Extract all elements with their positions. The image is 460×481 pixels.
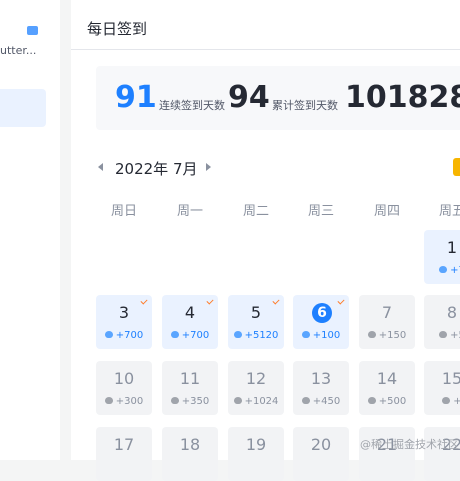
day-number: 8 (446, 303, 458, 322)
points-text: +700 (115, 330, 144, 341)
day-points: +7 (424, 265, 460, 276)
consecutive-days-label: 连续签到天数 (159, 99, 225, 112)
points-text: + (453, 396, 460, 407)
ore-icon (170, 330, 179, 338)
signed-check-icon (337, 297, 345, 305)
calendar-day-cell[interactable]: 19 (228, 427, 284, 481)
weekday-label: 周一 (176, 204, 203, 219)
day-points: +5 (424, 330, 460, 341)
page-title: 每日签到 (87, 20, 148, 38)
sidebar-badge-icon (27, 26, 38, 35)
watermark: @稀土掘金技术社区 (360, 438, 459, 451)
points-text: +5120 (244, 330, 279, 341)
ore-total-value: 101828 (345, 80, 460, 115)
signin-panel: 每日签到 91 连续签到天数 94 累计签到天数 101828 2022年 7月… (71, 0, 460, 481)
month-label: 2022年 7月 (115, 160, 198, 178)
ore-icon (104, 330, 113, 338)
day-number: 20 (310, 435, 332, 454)
ore-icon (233, 396, 242, 404)
day-points: +1024 (228, 396, 284, 407)
day-points: +450 (293, 396, 349, 407)
day-points: +150 (359, 330, 415, 341)
points-text: +500 (378, 396, 407, 407)
ore-icon (439, 265, 448, 273)
calendar-day-cell[interactable]: 12 +1024 (228, 361, 284, 415)
weekday-label: 周二 (242, 204, 269, 219)
day-number: 4 (184, 303, 196, 322)
points-text: +150 (378, 330, 407, 341)
points-text: +5 (450, 330, 460, 341)
points-text: +7 (450, 265, 460, 276)
day-number: 6 (312, 303, 332, 323)
weekday-label: 周三 (307, 204, 334, 219)
day-points: +100 (293, 330, 349, 341)
day-number: 18 (179, 435, 201, 454)
sidebar: utter... (0, 0, 60, 460)
calendar-day-cell[interactable]: 8 +5 (424, 295, 460, 349)
total-days-value: 94 (228, 80, 270, 115)
calendar-day-cell[interactable]: 14 +500 (359, 361, 415, 415)
calendar-day-cell[interactable]: 13 +450 (293, 361, 349, 415)
ore-icon (104, 396, 113, 404)
day-number: 5 (250, 303, 262, 322)
points-text: +450 (312, 396, 341, 407)
consecutive-days-value: 91 (115, 80, 157, 115)
day-points: +300 (96, 396, 152, 407)
points-text: +700 (181, 330, 210, 341)
calendar-day-cell[interactable]: 6 +100 (293, 295, 349, 349)
sidebar-item-text[interactable]: utter... (0, 44, 36, 57)
day-number: 15 (441, 369, 460, 388)
prev-month-icon[interactable] (98, 163, 103, 171)
calendar-day-cell[interactable]: 11 +350 (162, 361, 218, 415)
ore-icon (439, 330, 448, 338)
ore-icon (367, 396, 376, 404)
total-days-label: 累计签到天数 (272, 99, 338, 112)
header-divider (71, 49, 460, 50)
day-points: +700 (162, 330, 218, 341)
calendar-day-cell[interactable]: 1 +7 (424, 230, 460, 284)
day-number: 13 (310, 369, 332, 388)
calendar-day-cell[interactable]: 7 +150 (359, 295, 415, 349)
ore-icon (170, 396, 179, 404)
calendar-day-cell[interactable]: 15 + (424, 361, 460, 415)
day-points: +5120 (228, 330, 284, 341)
day-points: +500 (359, 396, 415, 407)
day-number: 1 (446, 238, 458, 257)
day-number: 12 (245, 369, 267, 388)
gift-icon[interactable] (453, 158, 460, 176)
calendar-day-cell[interactable]: 20 (293, 427, 349, 481)
points-text: +1024 (244, 396, 279, 407)
calendar-day-cell[interactable]: 5 +5120 (228, 295, 284, 349)
day-number: 7 (381, 303, 393, 322)
weekday-label: 周五 (438, 204, 460, 219)
ore-icon (442, 396, 451, 404)
calendar-day-cell[interactable]: 17 (96, 427, 152, 481)
weekday-label: 周日 (110, 204, 137, 219)
calendar-day-cell[interactable]: 4 +700 (162, 295, 218, 349)
day-number: 14 (376, 369, 398, 388)
points-text: +100 (312, 330, 341, 341)
day-points: + (424, 396, 460, 407)
signin-stats: 91 连续签到天数 94 累计签到天数 101828 (96, 66, 460, 130)
calendar-day-cell[interactable]: 10 +300 (96, 361, 152, 415)
ore-icon (233, 330, 242, 338)
calendar-day-cell[interactable]: 3 +700 (96, 295, 152, 349)
ore-icon (301, 396, 310, 404)
day-points: +350 (162, 396, 218, 407)
points-text: +300 (115, 396, 144, 407)
day-number: 11 (179, 369, 201, 388)
sidebar-active-item[interactable] (0, 89, 46, 127)
day-number: 10 (113, 369, 135, 388)
ore-icon (301, 330, 310, 338)
ore-icon (367, 330, 376, 338)
calendar-day-cell[interactable]: 18 (162, 427, 218, 481)
day-points: +700 (96, 330, 152, 341)
points-text: +350 (181, 396, 210, 407)
day-number: 17 (113, 435, 135, 454)
day-number: 3 (118, 303, 130, 322)
weekday-label: 周四 (373, 204, 400, 219)
day-number: 19 (245, 435, 267, 454)
next-month-icon[interactable] (206, 163, 211, 171)
